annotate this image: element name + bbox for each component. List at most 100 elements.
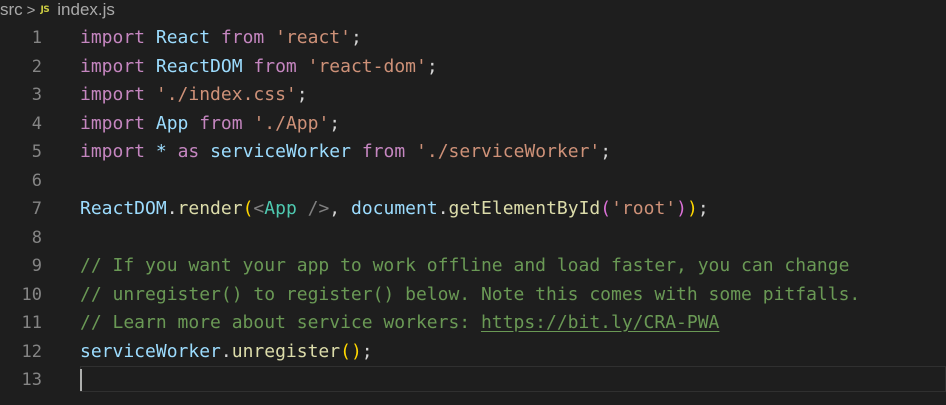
code-token: from bbox=[253, 55, 297, 77]
code-token: './serviceWorker' bbox=[416, 141, 601, 162]
code-line[interactable]: 9 // If you want your app to work offline… bbox=[0, 252, 946, 281]
line-number: 2 bbox=[31, 56, 42, 77]
code-token: serviceWorker bbox=[210, 141, 351, 162]
breadcrumb-file-index-js[interactable]: index.js bbox=[57, 0, 115, 20]
code-token: * bbox=[155, 141, 167, 162]
code-token: // Learn more about service workers: bbox=[80, 312, 481, 333]
code-token: ) bbox=[686, 198, 698, 219]
code-line[interactable]: 13 bbox=[0, 366, 946, 395]
code-line[interactable]: 11 // Learn more about service workers: h… bbox=[0, 309, 946, 338]
code-token: serviceWorker bbox=[80, 340, 221, 362]
code-token: ( bbox=[340, 340, 351, 362]
code-token: from bbox=[199, 112, 243, 134]
code-token: ; bbox=[361, 340, 373, 362]
code-line[interactable]: 2 import ReactDOM from 'react-dom'; bbox=[0, 53, 946, 82]
code-line[interactable]: 12 serviceWorker.unregister(); bbox=[0, 338, 946, 367]
code-text: import React from 'react'; bbox=[80, 24, 362, 53]
line-number: 9 bbox=[31, 256, 42, 276]
breadcrumb-folder-src[interactable]: src bbox=[0, 0, 23, 20]
code-token: 'react-dom' bbox=[307, 55, 427, 77]
code-line[interactable]: 3 import './index.css'; bbox=[0, 81, 946, 110]
code-token: ( bbox=[600, 198, 612, 219]
line-number: 13 bbox=[21, 370, 42, 390]
line-number: 12 bbox=[21, 341, 42, 362]
text-cursor bbox=[80, 369, 82, 391]
code-text: import './index.css'; bbox=[80, 81, 308, 110]
code-line[interactable]: 5 import * as serviceWorker from './servi… bbox=[0, 138, 946, 167]
code-token: . bbox=[166, 198, 178, 219]
code-token: , bbox=[329, 198, 351, 219]
code-token: import bbox=[80, 141, 146, 162]
code-token: ; bbox=[600, 141, 612, 162]
line-number: 6 bbox=[31, 170, 42, 191]
code-token: import bbox=[80, 112, 146, 134]
code-token: ) bbox=[676, 198, 687, 219]
code-token: React bbox=[155, 27, 211, 48]
code-token: App bbox=[264, 198, 297, 219]
current-line-highlight bbox=[80, 366, 946, 392]
line-number: 10 bbox=[21, 284, 42, 305]
code-text: // If you want your app to work offline … bbox=[80, 252, 849, 281]
line-number: 4 bbox=[31, 113, 42, 134]
code-token: render bbox=[177, 198, 243, 219]
code-line[interactable]: 8 bbox=[0, 224, 946, 253]
code-token: ( bbox=[242, 198, 254, 219]
line-number: 7 bbox=[31, 199, 42, 219]
code-text: import App from './App'; bbox=[80, 110, 340, 139]
code-text: serviceWorker.unregister(); bbox=[80, 338, 373, 367]
code-token: ReactDOM bbox=[155, 55, 243, 77]
line-number: 11 bbox=[21, 313, 42, 333]
code-token: 'root' bbox=[611, 198, 677, 219]
code-text: ReactDOM.render(<App />, document.getEle… bbox=[80, 195, 709, 224]
code-line[interactable]: 4 import App from './App'; bbox=[0, 110, 946, 139]
code-token: import bbox=[80, 55, 146, 77]
code-token: document bbox=[350, 198, 438, 219]
code-token: . bbox=[220, 340, 232, 362]
code-token: './index.css' bbox=[155, 84, 297, 105]
code-token: < bbox=[253, 198, 265, 219]
code-token: ) bbox=[350, 340, 362, 362]
code-token: . bbox=[437, 198, 449, 219]
code-token: ; bbox=[329, 112, 341, 134]
line-number: 5 bbox=[31, 142, 42, 162]
code-line[interactable]: 7 ReactDOM.render(<App />, document.getEl… bbox=[0, 195, 946, 224]
chevron-right-icon: > bbox=[26, 1, 36, 19]
code-text: import ReactDOM from 'react-dom'; bbox=[80, 53, 438, 82]
code-line[interactable]: 6 bbox=[0, 167, 946, 196]
code-token: import bbox=[80, 27, 146, 48]
code-token: 'react' bbox=[275, 27, 351, 48]
code-token: './App' bbox=[253, 112, 330, 134]
code-editor[interactable]: 1 import React from 'react'; 2 import React… bbox=[0, 24, 946, 395]
code-token: /> bbox=[296, 198, 330, 219]
code-text: // Learn more about service workers: htt… bbox=[80, 309, 719, 338]
code-token: as bbox=[177, 141, 200, 162]
code-link[interactable]: https://bit.ly/CRA-PWA bbox=[481, 312, 719, 333]
breadcrumb: src > JS index.js bbox=[0, 0, 115, 20]
code-text: // unregister() to register() below. Not… bbox=[80, 281, 860, 310]
code-line[interactable]: 1 import React from 'react'; bbox=[0, 24, 946, 53]
code-token: // unregister() to register() below. Not… bbox=[80, 283, 861, 305]
line-number: 3 bbox=[31, 85, 42, 105]
code-token: ReactDOM bbox=[80, 198, 167, 219]
code-token: ; bbox=[426, 55, 438, 77]
code-token: from bbox=[361, 141, 406, 162]
code-line[interactable]: 10 // unregister() to register() below. N… bbox=[0, 281, 946, 310]
code-token: // If you want your app to work offline … bbox=[80, 255, 850, 276]
code-text: import * as serviceWorker from './servic… bbox=[80, 138, 611, 167]
code-token: ; bbox=[296, 84, 308, 105]
code-token: from bbox=[220, 27, 265, 48]
